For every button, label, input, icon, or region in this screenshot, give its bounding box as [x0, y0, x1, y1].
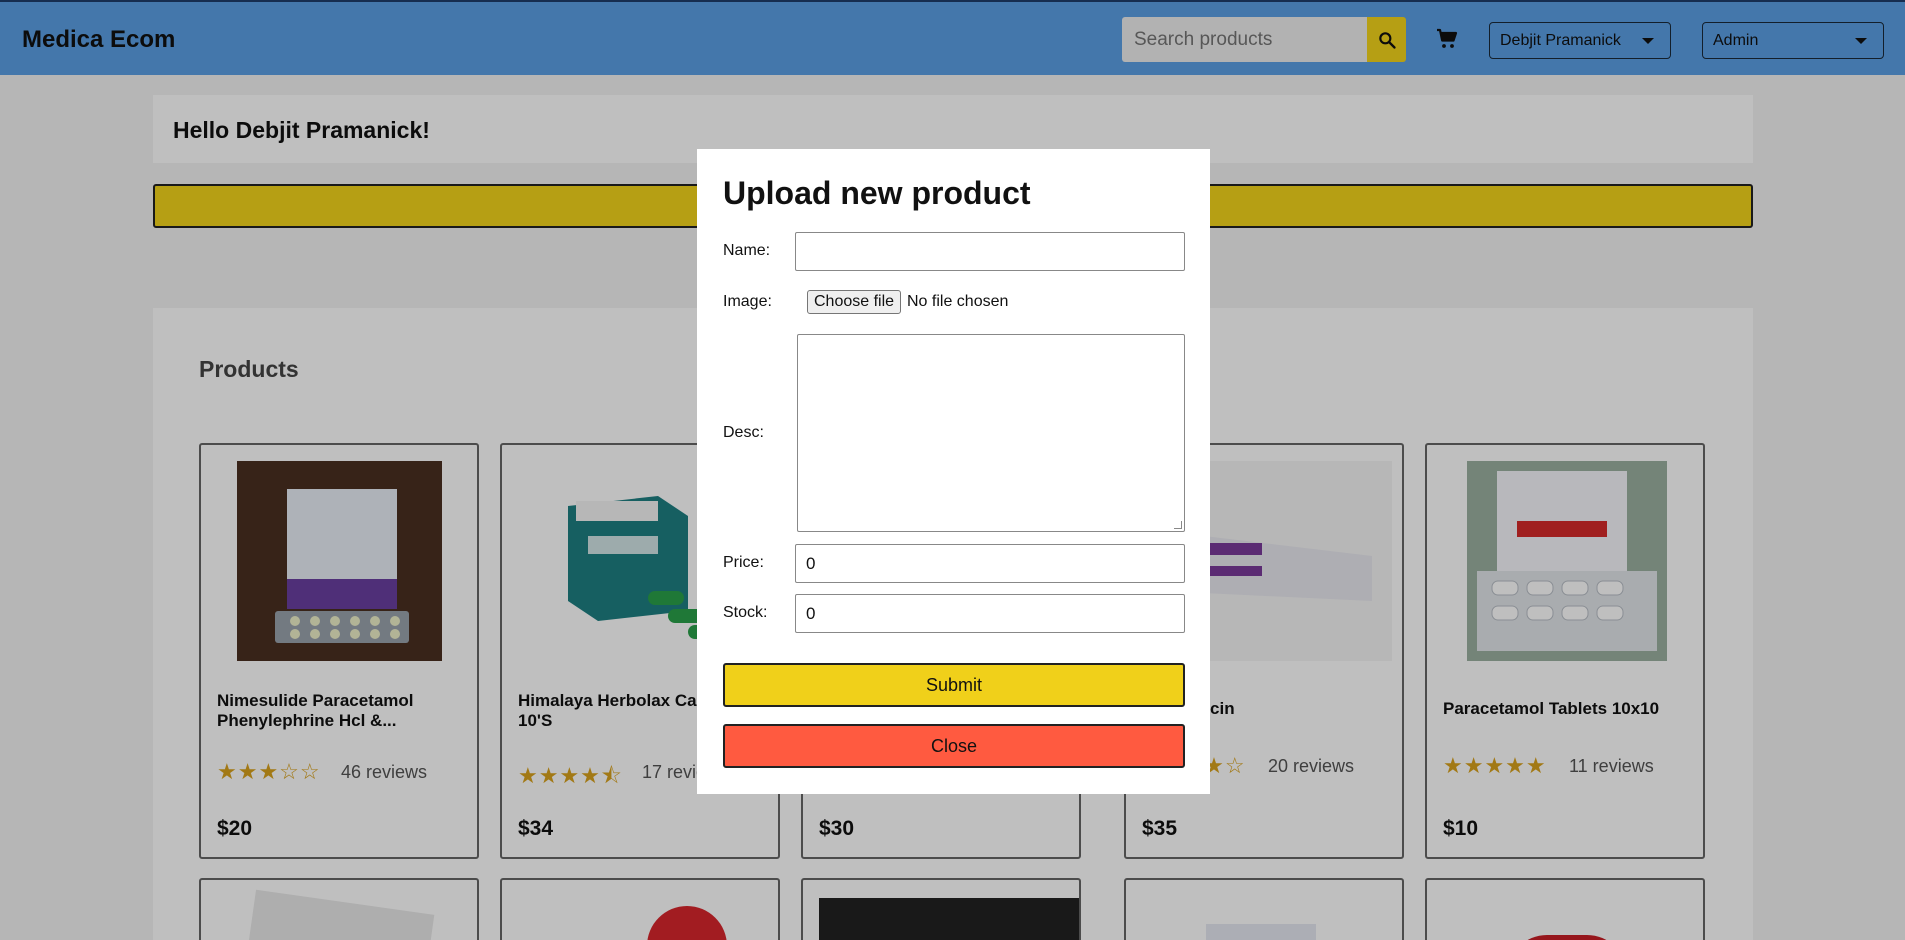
stock-input[interactable]: 0: [795, 594, 1185, 633]
submit-button[interactable]: Submit: [723, 663, 1185, 707]
choose-file-button[interactable]: Choose file: [807, 290, 902, 314]
image-label: Image:: [723, 293, 772, 310]
price-input-value: 0: [806, 553, 816, 573]
name-label: Name:: [723, 242, 771, 259]
upload-product-modal: Upload new product Name: Image: Choose f…: [697, 149, 1210, 794]
name-input[interactable]: [795, 232, 1185, 271]
file-status-text: No file chosen: [907, 293, 1009, 310]
price-input[interactable]: 0: [795, 544, 1185, 583]
resize-handle-icon[interactable]: [1174, 521, 1182, 529]
price-label: Price:: [723, 554, 764, 571]
desc-textarea[interactable]: [797, 334, 1185, 532]
modal-title: Upload new product: [723, 175, 1031, 211]
desc-label: Desc:: [723, 424, 764, 441]
stock-label: Stock:: [723, 604, 768, 621]
stock-input-value: 0: [806, 603, 816, 623]
close-button[interactable]: Close: [723, 724, 1185, 768]
